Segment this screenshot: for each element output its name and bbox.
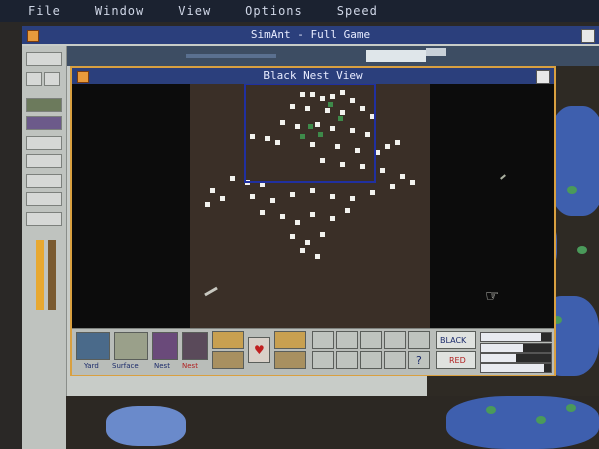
red-health-gauge <box>480 363 552 373</box>
black-nest-button[interactable] <box>152 332 178 360</box>
food-dot <box>577 246 587 254</box>
colony-level-bar <box>36 240 44 310</box>
water-area <box>446 396 599 449</box>
food-dot <box>567 186 577 194</box>
yard-view-button[interactable] <box>76 332 110 360</box>
menu-speed[interactable]: Speed <box>337 4 378 18</box>
tool-button-1[interactable] <box>26 98 62 112</box>
black-health-gauge <box>480 343 552 353</box>
help-button[interactable]: ? <box>408 351 430 369</box>
gauge-fill <box>481 333 541 341</box>
main-zoom-button[interactable] <box>581 29 595 43</box>
desktop-screen: File Window View Options Speed SimAnt - … <box>0 0 599 449</box>
help-tool-button[interactable] <box>26 72 42 86</box>
tool-grid-button-3[interactable] <box>360 331 382 349</box>
viewport-selection-box[interactable] <box>244 83 376 183</box>
food-dot <box>536 416 546 424</box>
nest-titlebar[interactable]: Black Nest View <box>72 68 554 84</box>
tool-grid-button-5[interactable] <box>408 331 430 349</box>
red-nest-button[interactable] <box>182 332 208 360</box>
nest-viewport[interactable] <box>72 83 554 328</box>
red-colony-button[interactable]: RED <box>436 351 476 369</box>
nest-window-title: Black Nest View <box>263 69 363 82</box>
tool-grid-button-9[interactable] <box>384 351 406 369</box>
tool-grid-button-7[interactable] <box>336 351 358 369</box>
black-population-gauge <box>480 332 552 342</box>
tool-button-5[interactable] <box>26 174 62 188</box>
gauge-fill <box>481 344 523 352</box>
water-area <box>106 406 186 446</box>
tool-grid-button-4[interactable] <box>384 331 406 349</box>
tool-grid-button-1[interactable] <box>312 331 334 349</box>
menu-bar: File Window View Options Speed <box>0 0 599 22</box>
main-titlebar[interactable]: SimAnt - Full Game <box>22 26 599 44</box>
tool-grid-button-8[interactable] <box>360 351 382 369</box>
tool-select-dropdown[interactable] <box>26 52 62 66</box>
tool-grid-button-2[interactable] <box>336 331 358 349</box>
nest-tunnels-graphic <box>205 83 415 259</box>
close-tool-button[interactable] <box>44 72 60 86</box>
ant-sprite <box>500 174 506 180</box>
red-population-gauge <box>480 353 552 363</box>
tool-button-3[interactable] <box>26 136 62 150</box>
top-map-strip <box>66 46 599 66</box>
heart-icon[interactable]: ♥ <box>248 337 270 363</box>
main-window-title: SimAnt - Full Game <box>250 28 371 41</box>
tool-button-4[interactable] <box>26 154 62 168</box>
gauge-fill <box>481 354 516 362</box>
nest-cross-section[interactable] <box>190 83 430 328</box>
tool-button-2[interactable] <box>26 116 62 130</box>
food-dot <box>486 406 496 414</box>
yard-label: Yard <box>84 362 99 370</box>
behavior-dig-button[interactable] <box>274 351 306 369</box>
tool-button-6[interactable] <box>26 192 62 206</box>
tool-button-7[interactable] <box>26 212 62 226</box>
top-map-graphic <box>66 46 599 66</box>
red-colony-label: RED <box>449 356 466 365</box>
nest-view-window: Black Nest View Yard Surface Nest Nest ♥… <box>70 66 556 376</box>
help-label: ? <box>416 354 422 367</box>
menu-file[interactable]: File <box>28 4 61 18</box>
tool-grid-button-6[interactable] <box>312 351 334 369</box>
gauge-fill <box>481 364 544 372</box>
red-nest-label: Nest <box>182 362 198 370</box>
yard-map-bottom <box>66 396 599 449</box>
colony-level-bar-2 <box>48 240 56 310</box>
menu-view[interactable]: View <box>178 4 211 18</box>
nest-label: Nest <box>154 362 170 370</box>
menu-options[interactable]: Options <box>245 4 303 18</box>
black-colony-label: BLACK <box>440 336 467 345</box>
caste-soldier-button[interactable] <box>212 351 244 369</box>
nest-zoom-button[interactable] <box>536 70 550 84</box>
control-panel: Yard Surface Nest Nest ♥ ? BLACK RED <box>72 328 554 375</box>
surface-label: Surface <box>112 362 139 370</box>
behavior-forage-button[interactable] <box>274 331 306 349</box>
surface-view-button[interactable] <box>114 332 148 360</box>
menu-window[interactable]: Window <box>95 4 144 18</box>
caste-worker-button[interactable] <box>212 331 244 349</box>
black-colony-button[interactable]: BLACK <box>436 331 476 349</box>
pointer-cursor-icon: ☞ <box>485 286 500 305</box>
left-toolbar <box>22 46 67 449</box>
food-dot <box>566 404 576 412</box>
